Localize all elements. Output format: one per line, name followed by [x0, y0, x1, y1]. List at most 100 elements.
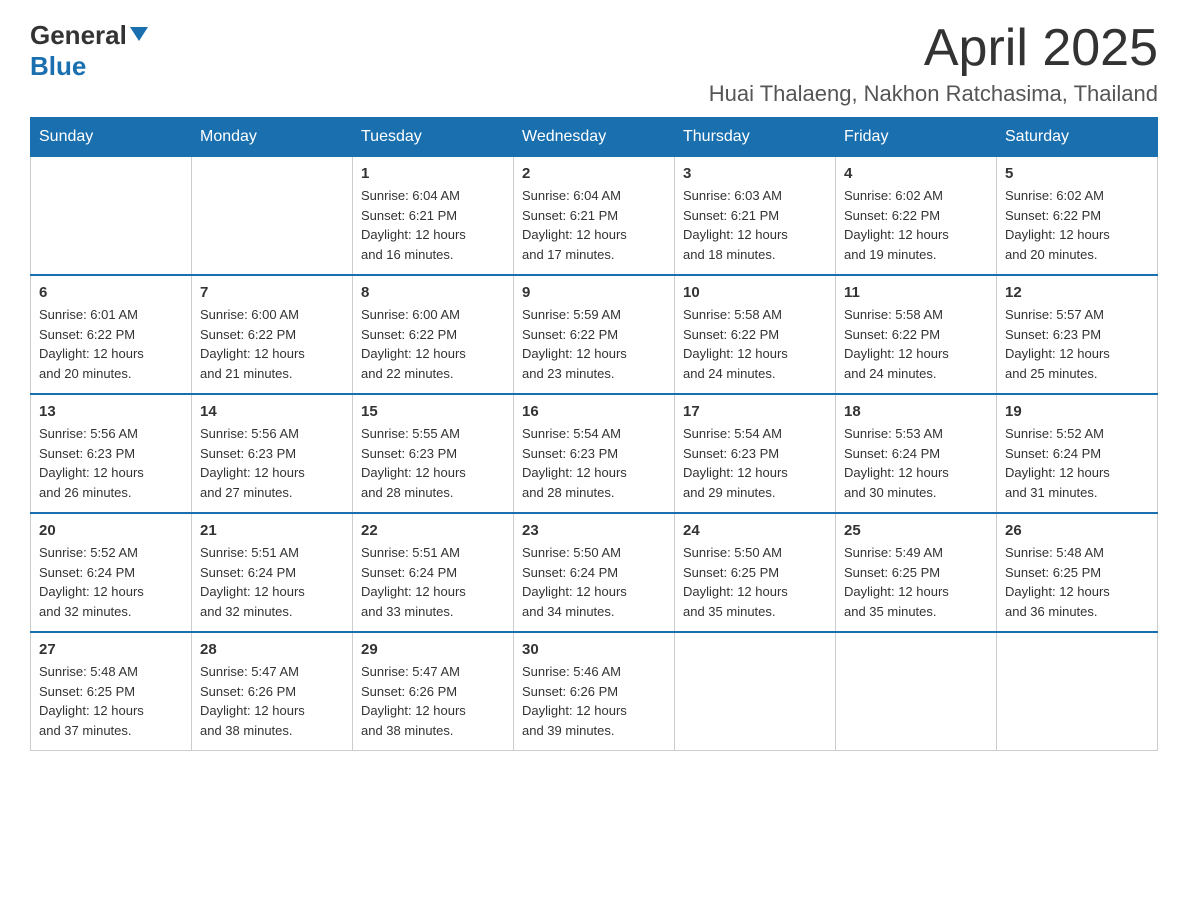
- calendar-cell: 19 Sunrise: 5:52 AMSunset: 6:24 PMDayligh…: [997, 394, 1158, 513]
- day-number: 27: [39, 641, 183, 658]
- logo: General Blue: [30, 20, 148, 82]
- calendar-cell: 28 Sunrise: 5:47 AMSunset: 6:26 PMDayligh…: [192, 632, 353, 751]
- calendar-cell: 30Sunrise: 5:46 AMSunset: 6:26 PMDayligh…: [514, 632, 675, 751]
- title-area: April 2025 Huai Thalaeng, Nakhon Ratchas…: [709, 20, 1158, 107]
- calendar-cell: 8 Sunrise: 6:00 AMSunset: 6:22 PMDaylight…: [353, 275, 514, 394]
- day-number: 26: [1005, 522, 1149, 539]
- day-info: Sunrise: 5:58 AMSunset: 6:22 PMDaylight:…: [683, 305, 827, 383]
- day-number: 25: [844, 522, 988, 539]
- calendar-cell: [997, 632, 1158, 751]
- day-number: 5: [1005, 165, 1149, 182]
- day-number: 29: [361, 641, 505, 658]
- day-number: 21: [200, 522, 344, 539]
- logo-blue-text: Blue: [30, 51, 86, 82]
- calendar-cell: 1 Sunrise: 6:04 AMSunset: 6:21 PMDaylight…: [353, 157, 514, 276]
- calendar-cell: 17Sunrise: 5:54 AMSunset: 6:23 PMDayligh…: [675, 394, 836, 513]
- day-info: Sunrise: 5:56 AMSunset: 6:23 PMDaylight:…: [200, 424, 344, 502]
- calendar-cell: [192, 157, 353, 276]
- calendar-cell: 12Sunrise: 5:57 AMSunset: 6:23 PMDayligh…: [997, 275, 1158, 394]
- weekday-header-sunday: Sunday: [31, 118, 192, 157]
- day-number: 13: [39, 403, 183, 420]
- day-number: 19: [1005, 403, 1149, 420]
- day-info: Sunrise: 5:48 AMSunset: 6:25 PMDaylight:…: [39, 662, 183, 740]
- day-info: Sunrise: 5:53 AMSunset: 6:24 PMDaylight:…: [844, 424, 988, 502]
- calendar-week-row: 13 Sunrise: 5:56 AMSunset: 6:23 PMDayligh…: [31, 394, 1158, 513]
- calendar-cell: 22Sunrise: 5:51 AMSunset: 6:24 PMDayligh…: [353, 513, 514, 632]
- calendar-cell: [675, 632, 836, 751]
- calendar-cell: 6Sunrise: 6:01 AMSunset: 6:22 PMDaylight…: [31, 275, 192, 394]
- calendar-cell: 3Sunrise: 6:03 AMSunset: 6:21 PMDaylight…: [675, 157, 836, 276]
- day-info: Sunrise: 5:54 AMSunset: 6:23 PMDaylight:…: [522, 424, 666, 502]
- day-number: 12: [1005, 284, 1149, 301]
- day-info: Sunrise: 5:50 AMSunset: 6:24 PMDaylight:…: [522, 543, 666, 621]
- day-info: Sunrise: 5:48 AMSunset: 6:25 PMDaylight:…: [1005, 543, 1149, 621]
- calendar-cell: 7 Sunrise: 6:00 AMSunset: 6:22 PMDaylight…: [192, 275, 353, 394]
- weekday-header-row: SundayMondayTuesdayWednesdayThursdayFrid…: [31, 118, 1158, 157]
- header: General Blue April 2025 Huai Thalaeng, N…: [30, 20, 1158, 107]
- calendar-cell: 29Sunrise: 5:47 AMSunset: 6:26 PMDayligh…: [353, 632, 514, 751]
- day-info: Sunrise: 6:03 AMSunset: 6:21 PMDaylight:…: [683, 186, 827, 264]
- day-info: Sunrise: 6:00 AMSunset: 6:22 PMDaylight:…: [200, 305, 344, 383]
- day-number: 7: [200, 284, 344, 301]
- calendar-cell: 15 Sunrise: 5:55 AMSunset: 6:23 PMDayligh…: [353, 394, 514, 513]
- day-info: Sunrise: 6:01 AMSunset: 6:22 PMDaylight:…: [39, 305, 183, 383]
- calendar-body: 1 Sunrise: 6:04 AMSunset: 6:21 PMDaylight…: [31, 157, 1158, 751]
- day-info: Sunrise: 5:52 AMSunset: 6:24 PMDaylight:…: [39, 543, 183, 621]
- day-number: 20: [39, 522, 183, 539]
- calendar-cell: 11 Sunrise: 5:58 AMSunset: 6:22 PMDayligh…: [836, 275, 997, 394]
- day-info: Sunrise: 6:02 AMSunset: 6:22 PMDaylight:…: [844, 186, 988, 264]
- calendar-header: SundayMondayTuesdayWednesdayThursdayFrid…: [31, 118, 1158, 157]
- weekday-header-wednesday: Wednesday: [514, 118, 675, 157]
- day-info: Sunrise: 5:58 AMSunset: 6:22 PMDaylight:…: [844, 305, 988, 383]
- day-number: 18: [844, 403, 988, 420]
- calendar-cell: 27 Sunrise: 5:48 AMSunset: 6:25 PMDayligh…: [31, 632, 192, 751]
- day-number: 30: [522, 641, 666, 658]
- calendar-week-row: 20 Sunrise: 5:52 AMSunset: 6:24 PMDayligh…: [31, 513, 1158, 632]
- calendar-week-row: 1 Sunrise: 6:04 AMSunset: 6:21 PMDaylight…: [31, 157, 1158, 276]
- day-number: 28: [200, 641, 344, 658]
- calendar-cell: 23 Sunrise: 5:50 AMSunset: 6:24 PMDayligh…: [514, 513, 675, 632]
- day-number: 24: [683, 522, 827, 539]
- location-title: Huai Thalaeng, Nakhon Ratchasima, Thaila…: [709, 81, 1158, 107]
- day-info: Sunrise: 5:51 AMSunset: 6:24 PMDaylight:…: [361, 543, 505, 621]
- calendar-cell: 25 Sunrise: 5:49 AMSunset: 6:25 PMDayligh…: [836, 513, 997, 632]
- calendar-cell: [31, 157, 192, 276]
- day-info: Sunrise: 5:52 AMSunset: 6:24 PMDaylight:…: [1005, 424, 1149, 502]
- calendar-cell: 2Sunrise: 6:04 AMSunset: 6:21 PMDaylight…: [514, 157, 675, 276]
- calendar-table: SundayMondayTuesdayWednesdayThursdayFrid…: [30, 117, 1158, 751]
- weekday-header-friday: Friday: [836, 118, 997, 157]
- day-info: Sunrise: 5:51 AMSunset: 6:24 PMDaylight:…: [200, 543, 344, 621]
- calendar-cell: 10 Sunrise: 5:58 AMSunset: 6:22 PMDayligh…: [675, 275, 836, 394]
- calendar-cell: 9Sunrise: 5:59 AMSunset: 6:22 PMDaylight…: [514, 275, 675, 394]
- day-info: Sunrise: 6:04 AMSunset: 6:21 PMDaylight:…: [522, 186, 666, 264]
- day-info: Sunrise: 5:59 AMSunset: 6:22 PMDaylight:…: [522, 305, 666, 383]
- logo-triangle-icon: [130, 27, 148, 41]
- weekday-header-tuesday: Tuesday: [353, 118, 514, 157]
- calendar-week-row: 6Sunrise: 6:01 AMSunset: 6:22 PMDaylight…: [31, 275, 1158, 394]
- day-number: 11: [844, 284, 988, 301]
- weekday-header-saturday: Saturday: [997, 118, 1158, 157]
- calendar-week-row: 27 Sunrise: 5:48 AMSunset: 6:25 PMDayligh…: [31, 632, 1158, 751]
- day-number: 10: [683, 284, 827, 301]
- day-info: Sunrise: 5:50 AMSunset: 6:25 PMDaylight:…: [683, 543, 827, 621]
- logo-general-text: General: [30, 20, 127, 51]
- day-info: Sunrise: 5:47 AMSunset: 6:26 PMDaylight:…: [200, 662, 344, 740]
- day-info: Sunrise: 5:55 AMSunset: 6:23 PMDaylight:…: [361, 424, 505, 502]
- day-info: Sunrise: 5:49 AMSunset: 6:25 PMDaylight:…: [844, 543, 988, 621]
- day-number: 14: [200, 403, 344, 420]
- day-info: Sunrise: 5:56 AMSunset: 6:23 PMDaylight:…: [39, 424, 183, 502]
- day-number: 1: [361, 165, 505, 182]
- calendar-cell: 13 Sunrise: 5:56 AMSunset: 6:23 PMDayligh…: [31, 394, 192, 513]
- day-number: 15: [361, 403, 505, 420]
- day-info: Sunrise: 6:02 AMSunset: 6:22 PMDaylight:…: [1005, 186, 1149, 264]
- calendar-cell: 4 Sunrise: 6:02 AMSunset: 6:22 PMDaylight…: [836, 157, 997, 276]
- month-title: April 2025: [709, 20, 1158, 77]
- calendar-cell: [836, 632, 997, 751]
- day-number: 8: [361, 284, 505, 301]
- day-info: Sunrise: 6:04 AMSunset: 6:21 PMDaylight:…: [361, 186, 505, 264]
- calendar-cell: 5 Sunrise: 6:02 AMSunset: 6:22 PMDaylight…: [997, 157, 1158, 276]
- day-number: 23: [522, 522, 666, 539]
- weekday-header-monday: Monday: [192, 118, 353, 157]
- day-info: Sunrise: 6:00 AMSunset: 6:22 PMDaylight:…: [361, 305, 505, 383]
- day-number: 4: [844, 165, 988, 182]
